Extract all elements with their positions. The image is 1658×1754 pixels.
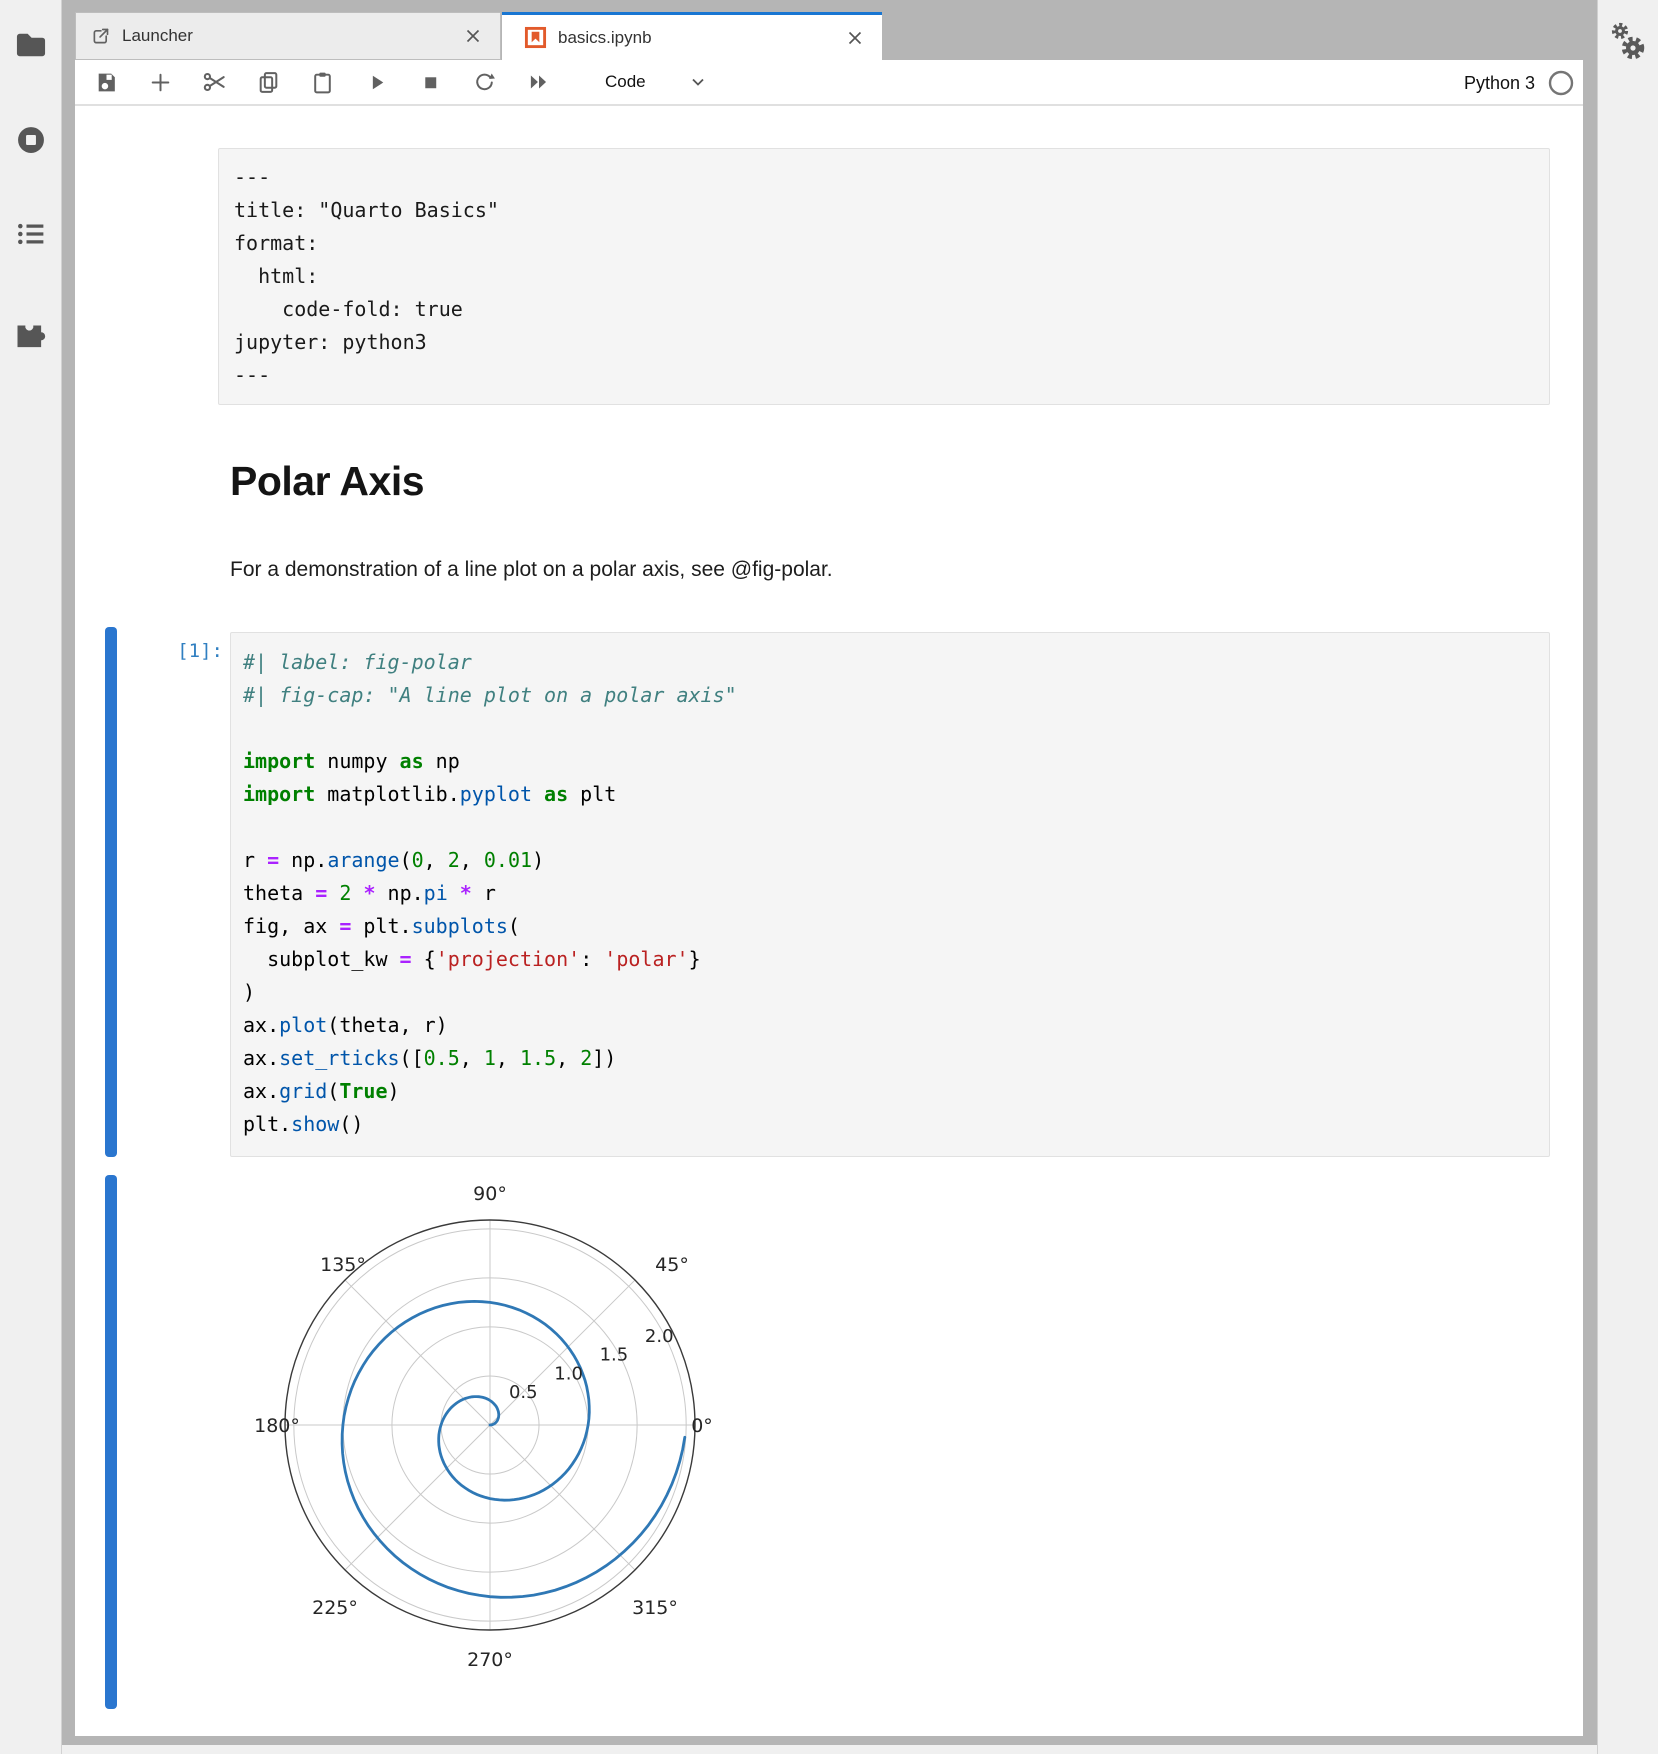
- restart-kernel-button[interactable]: [471, 69, 498, 96]
- spiral-line: [342, 1301, 685, 1597]
- insert-cell-button[interactable]: [147, 69, 174, 96]
- right-sidebar: [1597, 0, 1658, 1754]
- yaml-line: code-fold: true: [234, 293, 1534, 326]
- cell-type-selector[interactable]: Code: [605, 72, 708, 92]
- polar-spoke: [345, 1425, 490, 1570]
- cut-cells-button[interactable]: [201, 69, 228, 96]
- code-line: plt.show(): [243, 1108, 1537, 1141]
- window-bottom-strip: [62, 1745, 1597, 1754]
- chevron-down-icon: [688, 72, 708, 92]
- notebook-toolbar: Code Python 3: [75, 60, 1583, 106]
- notebook-icon: [524, 26, 547, 49]
- r-tick-label: 1.0: [554, 1363, 583, 1384]
- code-line: [243, 712, 1537, 745]
- code-line: import matplotlib.pyplot as plt: [243, 778, 1537, 811]
- tab-basics-close-icon[interactable]: [844, 27, 866, 49]
- code-line: subplot_kw = {'projection': 'polar'}: [243, 943, 1537, 976]
- yaml-line: html:: [234, 260, 1534, 293]
- tab-launcher-close-icon[interactable]: [462, 25, 484, 47]
- code-line: [243, 811, 1537, 844]
- running-kernels-button[interactable]: [12, 122, 50, 160]
- puzzle-icon: [13, 312, 49, 348]
- code-line: r = np.arange(0, 2, 0.01): [243, 844, 1537, 877]
- cell-type-value: Code: [605, 72, 646, 92]
- polar-spoke: [490, 1425, 635, 1570]
- restart-icon: [472, 70, 497, 95]
- code-line: import numpy as np: [243, 745, 1537, 778]
- theta-tick-label: 45°: [655, 1254, 689, 1276]
- running-kernels-icon: [13, 122, 49, 158]
- plus-icon: [148, 70, 173, 95]
- theta-tick-label: 225°: [312, 1597, 358, 1619]
- theta-tick-label: 0°: [691, 1415, 713, 1437]
- copy-cells-button[interactable]: [255, 69, 282, 96]
- tab-launcher-label: Launcher: [122, 26, 193, 46]
- stop-kernel-button[interactable]: [417, 69, 444, 96]
- fast-forward-icon: [526, 69, 552, 95]
- extension-manager-button[interactable]: [12, 312, 50, 350]
- theta-tick-label: 315°: [632, 1597, 678, 1619]
- kernel-status-circle-icon: [1547, 69, 1575, 97]
- folder-icon: [13, 27, 49, 63]
- restart-run-all-button[interactable]: [525, 69, 552, 96]
- yaml-line: ---: [234, 161, 1534, 194]
- kernel-indicator[interactable]: Python 3: [1464, 60, 1575, 106]
- yaml-line: jupyter: python3: [234, 326, 1534, 359]
- r-tick-label: 0.5: [509, 1382, 538, 1403]
- gears-icon: [1606, 18, 1650, 66]
- output-area: 0° 45° 90° 135° 180° 225° 270° 315° 0.5 1.0 1.5 2.0: [240, 1167, 740, 1697]
- theta-tick-label: 270°: [467, 1649, 513, 1671]
- r-tick-label: 2.0: [645, 1326, 674, 1347]
- notebook-content: ---title: "Quarto Basics"format: html: c…: [75, 106, 1583, 1736]
- code-line: ax.set_rticks([0.5, 1, 1.5, 2]): [243, 1042, 1537, 1075]
- polar-plot-image: 0° 45° 90° 135° 180° 225° 270° 315° 0.5 1.0 1.5 2.0: [240, 1167, 740, 1697]
- theta-tick-label: 135°: [320, 1254, 366, 1276]
- property-inspector-button[interactable]: [1606, 18, 1650, 66]
- kernel-name: Python 3: [1464, 73, 1535, 94]
- run-icon: [364, 70, 389, 95]
- yaml-front-matter-cell: ---title: "Quarto Basics"format: html: c…: [218, 148, 1550, 405]
- tab-basics-ipynb[interactable]: basics.ipynb: [502, 12, 882, 60]
- code-line: theta = 2 * np.pi * r: [243, 877, 1537, 910]
- table-of-contents-button[interactable]: [12, 216, 50, 254]
- r-tick-label: 1.5: [600, 1345, 629, 1366]
- yaml-line: format:: [234, 227, 1534, 260]
- file-browser-button[interactable]: [12, 27, 50, 65]
- save-icon: [94, 70, 119, 95]
- theta-tick-label: 90°: [473, 1183, 507, 1205]
- run-cell-button[interactable]: [363, 69, 390, 96]
- copy-icon: [256, 70, 281, 95]
- input-collapser-bar[interactable]: [105, 627, 117, 1157]
- save-button[interactable]: [93, 69, 120, 96]
- code-line: #| fig-cap: "A line plot on a polar axis…: [243, 679, 1537, 712]
- code-line: #| label: fig-polar: [243, 646, 1537, 679]
- markdown-paragraph: For a demonstration of a line plot on a …: [230, 558, 833, 582]
- tab-launcher[interactable]: Launcher: [75, 12, 501, 60]
- yaml-line: title: "Quarto Basics": [234, 194, 1534, 227]
- main-panel: Launcher basics.ipynb: [75, 12, 1583, 1736]
- tab-bar: Launcher basics.ipynb: [75, 12, 1583, 60]
- left-sidebar: [0, 0, 62, 1754]
- code-line: ax.plot(theta, r): [243, 1009, 1537, 1042]
- theta-tick-label: 180°: [254, 1415, 300, 1437]
- launcher-icon: [90, 26, 111, 47]
- table-of-contents-icon: [13, 216, 49, 252]
- markdown-heading: Polar Axis: [230, 458, 424, 505]
- code-line: fig, ax = plt.subplots(: [243, 910, 1537, 943]
- paste-icon: [310, 70, 335, 95]
- code-editor[interactable]: #| label: fig-polar#| fig-cap: "A line p…: [230, 632, 1550, 1157]
- code-line: ): [243, 976, 1537, 1009]
- yaml-line: ---: [234, 359, 1534, 392]
- paste-cells-button[interactable]: [309, 69, 336, 96]
- execution-count-prompt: [1]:: [130, 640, 223, 662]
- scissors-icon: [202, 69, 228, 95]
- tab-basics-label: basics.ipynb: [558, 28, 652, 48]
- stop-icon: [418, 70, 443, 95]
- code-line: ax.grid(True): [243, 1075, 1537, 1108]
- output-collapser-bar[interactable]: [105, 1175, 117, 1709]
